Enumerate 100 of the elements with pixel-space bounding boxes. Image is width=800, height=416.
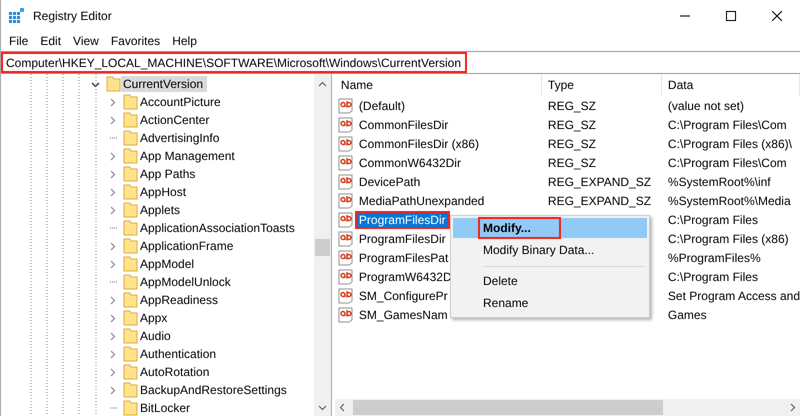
folder-icon	[123, 400, 138, 416]
string-value-icon	[338, 212, 354, 228]
expand-chevron-icon[interactable]	[108, 242, 117, 250]
value-data: Games	[666, 308, 708, 322]
address-field[interactable]: Computer\HKEY_LOCAL_MACHINE\SOFTWARE\Microsoft\Windows\CurrentVersion	[1, 52, 468, 73]
string-value-icon	[338, 116, 354, 132]
value-name[interactable]: ProgramFilesDir	[356, 232, 448, 246]
value-data: %ProgramFiles%	[666, 250, 762, 264]
tree-item[interactable]: ApplicationFrame	[1, 237, 314, 255]
tree-item[interactable]: AppReadiness	[1, 291, 314, 309]
tree-item[interactable]: App Paths	[1, 165, 314, 183]
column-header[interactable]: Name	[334, 74, 542, 96]
tree-connector	[108, 407, 117, 409]
value-type: REG_SZ	[546, 136, 597, 150]
tree-item[interactable]: Audio	[1, 327, 314, 345]
scroll-right-icon[interactable]	[788, 403, 797, 412]
value-data: C:\Program Files (x86)	[666, 232, 790, 246]
tree-item[interactable]: AccountPicture	[1, 93, 314, 111]
collapse-chevron-icon[interactable]	[91, 80, 100, 88]
string-value-icon	[338, 174, 354, 190]
expand-chevron-icon[interactable]	[108, 170, 117, 178]
tree-item[interactable]: ApplicationAssociationToasts	[1, 219, 314, 237]
menu-item[interactable]: Edit	[34, 34, 68, 48]
folder-icon	[123, 274, 138, 290]
tree-item[interactable]: AppModel	[1, 255, 314, 273]
value-name[interactable]: ProgramFilesDir	[356, 212, 448, 226]
tree-item[interactable]: BackupAndRestoreSettings	[1, 381, 314, 399]
tree-item[interactable]: AutoRotation	[1, 363, 314, 381]
expand-chevron-icon[interactable]	[108, 116, 117, 124]
value-data: C:\Program Files	[666, 212, 759, 226]
expand-chevron-icon[interactable]	[108, 206, 117, 214]
tree-item[interactable]: Appx	[1, 309, 314, 327]
scroll-up-icon[interactable]	[318, 80, 327, 89]
value-name[interactable]: ProgramFilesPat	[356, 250, 450, 264]
value-data: (value not set)	[666, 98, 745, 112]
value-data: %SystemRoot%\Media	[666, 194, 792, 208]
folder-icon	[123, 148, 138, 164]
value-name[interactable]: CommonW6432Dir	[356, 156, 463, 170]
value-name[interactable]: (Default)	[356, 98, 407, 112]
value-data: C:\Program Files	[666, 270, 759, 284]
expand-chevron-icon[interactable]	[108, 152, 117, 160]
column-header[interactable]: Data	[662, 74, 800, 96]
tree-connector	[108, 227, 117, 229]
value-name[interactable]: CommonFilesDir	[356, 118, 450, 132]
horizontal-scrollbar[interactable]	[334, 399, 800, 416]
tree-item[interactable]: ActionCenter	[1, 111, 314, 129]
scroll-down-icon[interactable]	[318, 403, 327, 412]
expand-chevron-icon[interactable]	[108, 350, 117, 358]
value-type: REG_SZ	[546, 118, 597, 132]
expand-chevron-icon[interactable]	[108, 368, 117, 376]
folder-icon	[123, 166, 138, 182]
tree-item[interactable]: BitLocker	[1, 399, 314, 416]
folder-icon	[123, 202, 138, 218]
menu-item[interactable]: File	[3, 34, 34, 48]
menu-item[interactable]: Favorites	[104, 34, 166, 48]
value-name[interactable]: MediaPathUnexpanded	[356, 194, 486, 208]
expand-chevron-icon[interactable]	[108, 260, 117, 268]
value-name[interactable]: DevicePath	[356, 174, 422, 188]
expand-chevron-icon[interactable]	[108, 296, 117, 304]
value-name[interactable]: SM_GamesNam	[356, 308, 450, 322]
tree-item[interactable]: AppHost	[1, 183, 314, 201]
context-menu-item[interactable]: Modify...	[453, 218, 647, 238]
value-name[interactable]: SM_ConfigurePr	[356, 288, 450, 302]
column-header[interactable]: Type	[542, 74, 662, 96]
string-value-icon	[338, 192, 354, 208]
menu-item[interactable]: Help	[166, 34, 203, 48]
string-value-icon	[338, 306, 354, 322]
expand-chevron-icon[interactable]	[108, 386, 117, 394]
menu-item[interactable]: View	[67, 34, 105, 48]
scroll-left-icon[interactable]	[338, 403, 347, 412]
value-name[interactable]: CommonFilesDir (x86)	[356, 136, 481, 150]
tree-item[interactable]: CurrentVersion	[1, 75, 314, 93]
expand-chevron-icon[interactable]	[108, 332, 117, 340]
folder-icon	[123, 328, 138, 344]
value-type: REG_EXPAND_SZ	[546, 174, 652, 188]
tree-connector	[108, 281, 117, 283]
vertical-scrollbar[interactable]	[314, 74, 331, 416]
tree-item[interactable]: AppModelUnlock	[1, 273, 314, 291]
context-menu-item[interactable]: Rename	[453, 293, 647, 313]
context-menu-item[interactable]: Delete	[453, 271, 647, 291]
scrollbar-thumb[interactable]	[352, 400, 663, 415]
folder-icon	[123, 346, 138, 362]
context-menu-item[interactable]: Modify Binary Data...	[453, 240, 647, 260]
value-data: C:\Program Files (x86)\	[666, 136, 793, 150]
value-data: Set Program Access and	[666, 288, 800, 302]
value-type: REG_SZ	[546, 98, 597, 112]
string-value-icon	[338, 154, 354, 170]
tree-item[interactable]: AdvertisingInfo	[1, 129, 314, 147]
expand-chevron-icon[interactable]	[108, 98, 117, 106]
expand-chevron-icon[interactable]	[108, 188, 117, 196]
expand-chevron-icon[interactable]	[108, 314, 117, 322]
tree-item[interactable]: App Management	[1, 147, 314, 165]
value-data: C:\Program Files\Com	[666, 118, 788, 132]
value-name[interactable]: ProgramW6432D	[356, 270, 454, 284]
scrollbar-thumb[interactable]	[314, 239, 330, 256]
folder-icon	[123, 256, 138, 272]
string-value-icon	[338, 230, 354, 246]
value-type: REG_EXPAND_SZ	[546, 194, 652, 208]
tree-item[interactable]: Authentication	[1, 345, 314, 363]
tree-item[interactable]: Applets	[1, 201, 314, 219]
